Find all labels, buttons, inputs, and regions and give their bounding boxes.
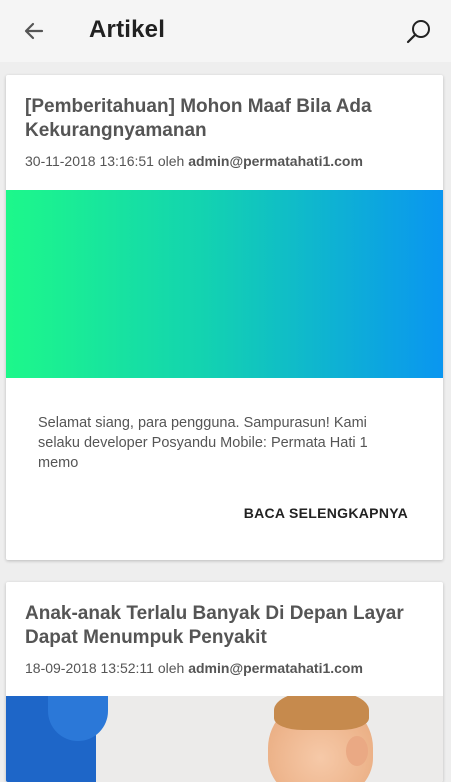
article-by: oleh (157, 153, 185, 169)
article-card[interactable]: [Pemberitahuan] Mohon Maaf Bila Ada Keku… (6, 75, 443, 560)
article-image (6, 696, 443, 782)
page-title: Artikel (89, 16, 166, 43)
article-date: 18-09-2018 13:52:11 (25, 660, 154, 676)
search-icon (406, 20, 430, 44)
article-title[interactable]: [Pemberitahuan] Mohon Maaf Bila Ada Keku… (25, 95, 425, 143)
article-card[interactable]: Anak-anak Terlalu Banyak Di Depan Layar … (6, 582, 443, 782)
article-title[interactable]: Anak-anak Terlalu Banyak Di Depan Layar … (25, 602, 425, 650)
app-bar: Artikel (0, 0, 451, 62)
read-more-button[interactable]: BACA SELENGKAPNYA (244, 501, 408, 525)
article-date: 30-11-2018 13:16:51 (25, 153, 154, 169)
arrow-left-icon (24, 22, 44, 40)
article-by: oleh (157, 660, 185, 676)
article-meta: 30-11-2018 13:16:51 oleh admin@permataha… (25, 153, 363, 169)
article-meta: 18-09-2018 13:52:11 oleh admin@permataha… (25, 660, 363, 676)
article-excerpt: Selamat siang, para pengguna. Sampurasun… (38, 415, 368, 471)
article-image (6, 190, 443, 378)
photo-child-hair (274, 696, 369, 730)
search-button[interactable] (399, 12, 439, 52)
article-author: admin@permatahati1.com (188, 153, 363, 169)
photo-child-ear (346, 736, 368, 766)
article-author: admin@permatahati1.com (188, 660, 363, 676)
back-button[interactable] (16, 13, 52, 49)
